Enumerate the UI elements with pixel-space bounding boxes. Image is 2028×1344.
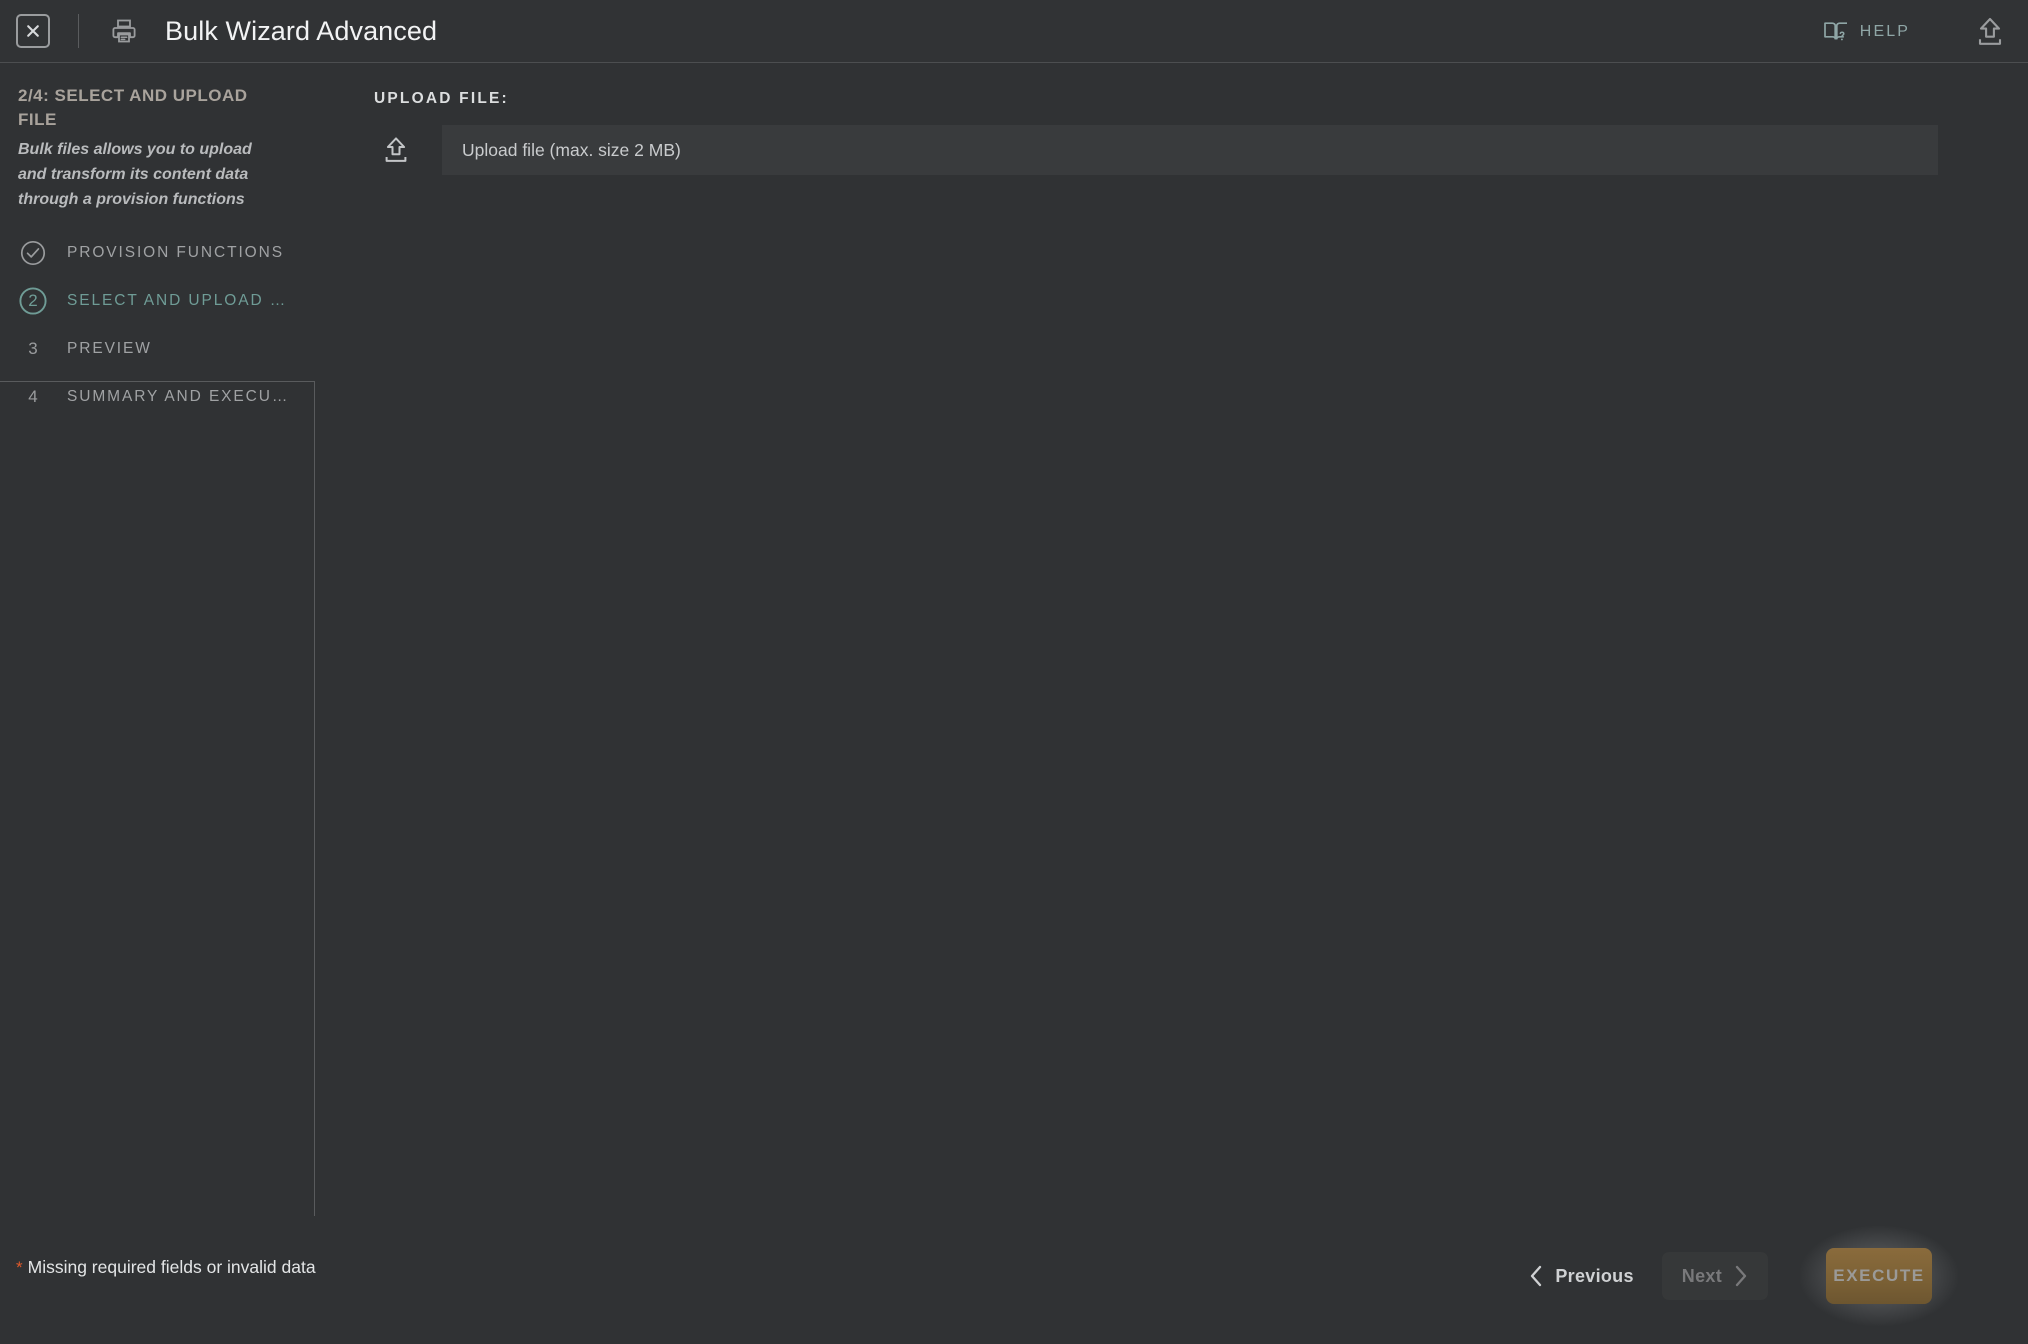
wizard-sidebar: 2/4: SELECT AND UPLOAD FILE Bulk files a… [0, 64, 315, 1280]
execute-button[interactable]: EXECUTE [1826, 1248, 1932, 1304]
upload-export-icon[interactable] [1968, 10, 2012, 54]
upload-file-section-label: UPLOAD FILE: [374, 90, 509, 107]
upload-file-row: Upload file (max. size 2 MB) [374, 125, 1938, 175]
sidebar-item-label: SELECT AND UPLOAD … [67, 292, 288, 309]
next-label: Next [1681, 1265, 1722, 1286]
header-divider [78, 14, 79, 48]
sidebar-item-preview[interactable]: 3 PREVIEW [0, 325, 315, 373]
number-icon: 4 [18, 382, 48, 412]
validation-message: * Missing required fields or invalid dat… [16, 1257, 316, 1278]
page-title: Bulk Wizard Advanced [165, 15, 438, 46]
previous-button[interactable]: Previous [1509, 1252, 1653, 1300]
book-question-icon [1823, 20, 1849, 44]
sidebar-item-label: SUMMARY AND EXECU… [67, 388, 290, 405]
step-number: 3 [28, 339, 38, 358]
bulk-wizard-window: Bulk Wizard Advanced HELP 2/4: SELECT AN… [0, 0, 2028, 1344]
header-right-group: HELP [1823, 0, 2028, 63]
sidebar-vertical-divider [314, 381, 315, 1280]
sidebar-item-select-and-upload[interactable]: 2 SELECT AND UPLOAD … [0, 277, 315, 325]
footer-actions: Previous Next EXECUTE [1509, 1226, 1958, 1326]
chevron-left-icon [1529, 1265, 1543, 1287]
wizard-footer: * Missing required fields or invalid dat… [0, 1216, 2028, 1344]
sidebar-horizontal-divider [0, 381, 315, 382]
validation-message-text: Missing required fields or invalid data [27, 1257, 316, 1277]
step-number: 4 [28, 387, 38, 406]
execute-label: EXECUTE [1833, 1266, 1925, 1285]
required-asterisk-icon: * [16, 1258, 23, 1277]
main-content: UPLOAD FILE: Upload file (max. size 2 MB… [316, 64, 2028, 1216]
printer-icon[interactable] [107, 14, 141, 48]
app-header: Bulk Wizard Advanced HELP [0, 0, 2028, 63]
help-button[interactable]: HELP [1823, 20, 1910, 44]
number-icon: 3 [18, 334, 48, 364]
close-icon[interactable] [16, 14, 50, 48]
sidebar-item-label: PREVIEW [67, 340, 152, 357]
help-label: HELP [1859, 22, 1910, 40]
next-button[interactable]: Next [1661, 1252, 1768, 1300]
sidebar-item-label: PROVISION FUNCTIONS [67, 244, 284, 261]
execute-button-wrap: EXECUTE [1800, 1226, 1958, 1326]
number-circle-icon: 2 [18, 286, 48, 316]
wizard-step-list: PROVISION FUNCTIONS 2 SELECT AND UPLOAD … [0, 229, 315, 421]
upload-file-input[interactable]: Upload file (max. size 2 MB) [442, 125, 1938, 175]
upload-arrow-icon[interactable] [374, 128, 418, 172]
upload-file-placeholder: Upload file (max. size 2 MB) [462, 139, 681, 160]
previous-label: Previous [1555, 1265, 1634, 1286]
sidebar-title: 2/4: SELECT AND UPLOAD FILE [18, 86, 248, 129]
check-circle-icon [18, 238, 48, 268]
chevron-right-icon [1734, 1265, 1748, 1287]
header-left-group: Bulk Wizard Advanced [0, 0, 437, 62]
sidebar-item-provision-functions[interactable]: PROVISION FUNCTIONS [0, 229, 315, 277]
sidebar-description: Bulk files allows you to upload and tran… [18, 141, 252, 208]
